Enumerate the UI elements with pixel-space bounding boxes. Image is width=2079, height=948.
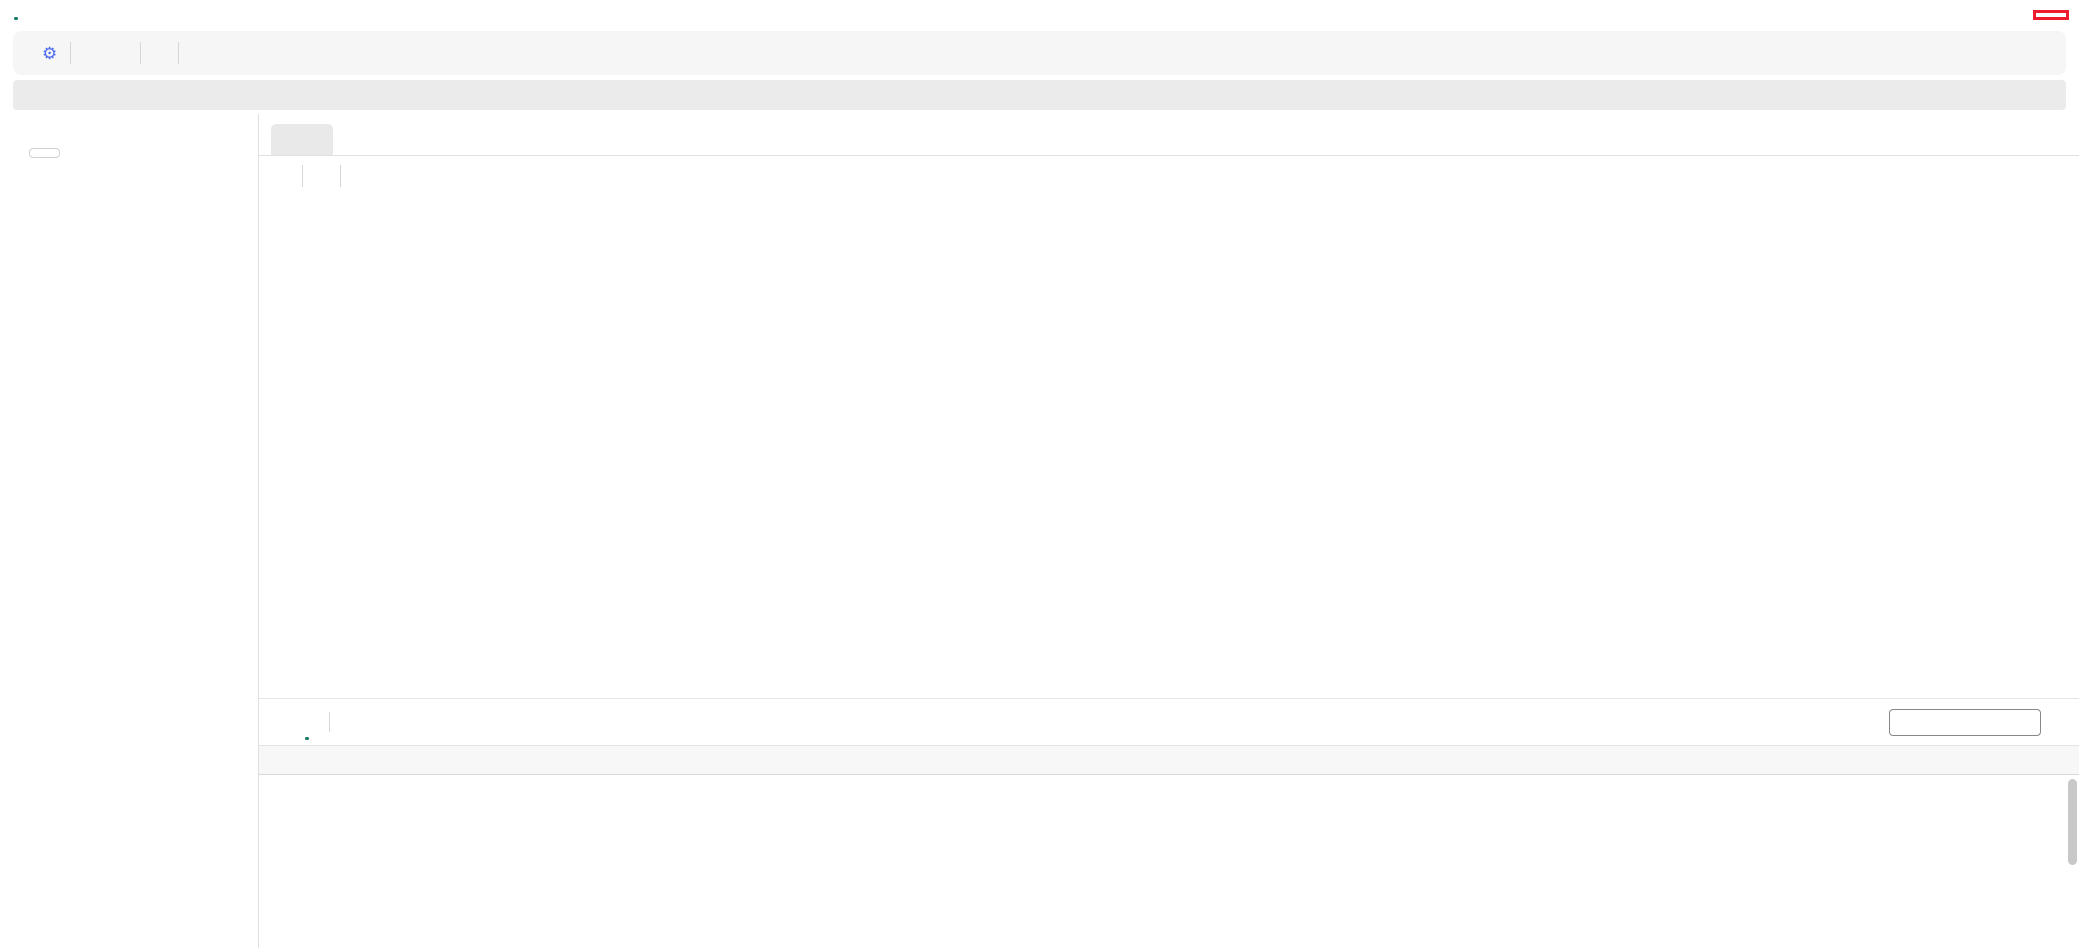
run-button[interactable] (271, 170, 296, 182)
vertical-scrollbar[interactable] (2068, 779, 2077, 865)
duplicate-icon[interactable] (2059, 140, 2065, 146)
new-sql-query-button[interactable] (77, 47, 109, 59)
refresh-button[interactable] (21, 47, 35, 59)
download-project-button[interactable] (185, 47, 210, 59)
fix-query-errors-button (372, 170, 397, 182)
endpoint-selector[interactable] (2033, 10, 2069, 20)
query-activity-button (109, 47, 134, 59)
settings-button[interactable]: ⚙ (35, 39, 64, 68)
model-layouts-button[interactable] (147, 47, 172, 59)
results-toolbar (259, 699, 2079, 745)
collapse-panel-button[interactable] (236, 126, 242, 132)
query-tab-sql-query-2[interactable] (271, 124, 333, 155)
query-toolbar (259, 156, 2079, 196)
tab-results[interactable] (305, 699, 309, 745)
divider (329, 712, 330, 732)
tab-messages[interactable] (275, 699, 279, 745)
search-input[interactable] (1889, 708, 2041, 736)
top-nav-bar (0, 0, 2079, 30)
collapse-results-button[interactable] (2057, 719, 2063, 725)
divider (140, 42, 142, 64)
warehouses-button[interactable] (29, 148, 60, 158)
explain-query-button[interactable] (347, 170, 372, 182)
search-button[interactable] (238, 150, 244, 156)
divider (70, 42, 72, 64)
explorer-panel (13, 114, 259, 948)
save-as-view-button[interactable] (309, 170, 334, 182)
gear-icon: ⚙ (42, 43, 58, 63)
tab-home[interactable] (14, 10, 18, 20)
divider (340, 165, 341, 187)
sql-editor[interactable] (259, 196, 2079, 698)
divider (178, 42, 180, 64)
banner-text (35, 88, 37, 102)
close-tab-icon[interactable] (317, 138, 321, 142)
query-workspace (259, 114, 2079, 948)
info-banner (13, 80, 2066, 110)
main-area (0, 114, 2079, 948)
results-grid (259, 745, 2079, 948)
grid-header-row (259, 745, 2079, 775)
results-pane (259, 698, 2079, 948)
app-root: ⚙ (0, 0, 2079, 948)
query-tabstrip (259, 114, 2079, 156)
divider (302, 165, 303, 187)
tab-reporting[interactable] (46, 10, 50, 20)
explorer-tree (13, 170, 258, 948)
ribbon-toolbar: ⚙ (13, 31, 2066, 75)
